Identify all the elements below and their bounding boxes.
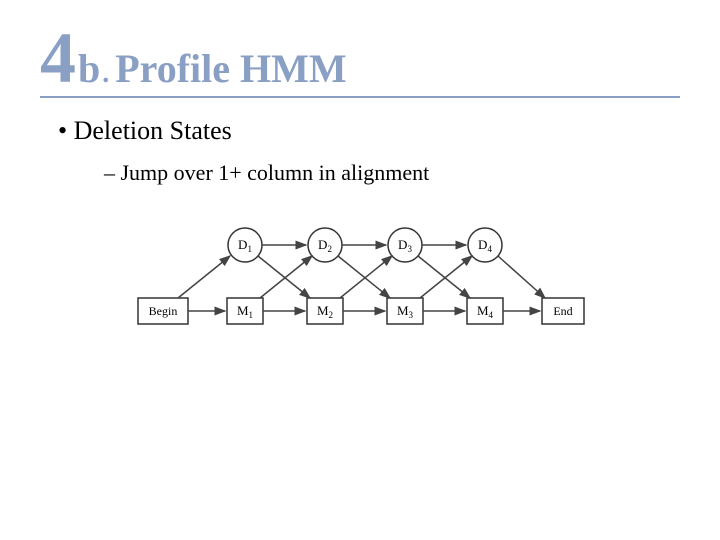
slide-title: 4 b . Profile HMM: [40, 30, 680, 98]
begin-to-d1: [178, 256, 230, 298]
title-subletter: b: [78, 45, 100, 92]
end-label: End: [553, 304, 572, 318]
m1-label: M1: [237, 303, 253, 320]
begin-label: Begin: [149, 304, 178, 318]
d2-label: D2: [318, 237, 332, 254]
d1-label: D1: [238, 237, 252, 254]
hmm-diagram: D1 D2 D3 D4 Begin M1 M2 M3 M4 End: [130, 210, 590, 350]
m3-label: M3: [397, 303, 414, 320]
title-number: 4: [40, 30, 76, 88]
bullet-level1: Deletion States: [58, 116, 680, 146]
m4-label: M4: [477, 303, 494, 320]
m2-label: M2: [317, 303, 333, 320]
d4-label: D4: [478, 237, 492, 254]
bullet-level2: Jump over 1+ column in alignment: [104, 160, 680, 186]
title-text: Profile HMM: [115, 45, 346, 92]
d3-label: D3: [398, 237, 412, 254]
title-dot: .: [102, 58, 109, 90]
